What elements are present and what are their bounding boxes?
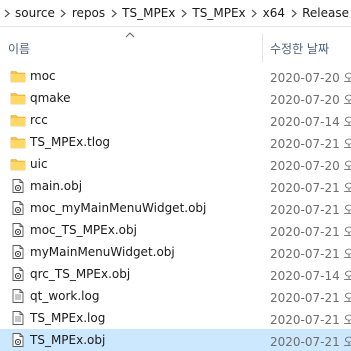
folder-icon bbox=[10, 134, 26, 150]
file-row[interactable]: moc_myMainMenuWidget.obj 2020-07-21 오 bbox=[0, 197, 351, 219]
file-name: TS_MPEx.tlog bbox=[30, 135, 111, 149]
breadcrumb: source repos TS_MPEx TS_MPEx x64 Release bbox=[0, 0, 351, 27]
chevron-right-icon[interactable] bbox=[177, 9, 190, 18]
file-name: moc_TS_MPEx.obj bbox=[30, 223, 137, 237]
obj-file-icon bbox=[10, 332, 26, 348]
text-file-icon bbox=[10, 288, 26, 304]
file-modified-date: 2020-07-20 오 bbox=[270, 71, 351, 85]
file-row[interactable]: uic 2020-07-20 오 bbox=[0, 153, 351, 175]
file-row[interactable]: qrc_TS_MPEx.obj 2020-07-14 오 bbox=[0, 263, 351, 285]
breadcrumb-item-ts-mpex-inner[interactable]: TS_MPEx bbox=[190, 6, 247, 20]
breadcrumb-item-release[interactable]: Release bbox=[300, 6, 351, 20]
chevron-right-icon[interactable] bbox=[248, 9, 261, 18]
file-name: main.obj bbox=[30, 179, 83, 193]
obj-file-icon bbox=[10, 222, 26, 238]
breadcrumb-item-ts-mpex[interactable]: TS_MPEx bbox=[120, 6, 177, 20]
file-modified-date: 2020-07-21 오 bbox=[270, 225, 351, 239]
file-name: myMainMenuWidget.obj bbox=[30, 245, 175, 259]
file-modified-date: 2020-07-21 오 bbox=[270, 291, 351, 305]
folder-icon bbox=[10, 90, 26, 106]
date-column-header[interactable]: 수정한 날짜 bbox=[270, 40, 329, 57]
file-row[interactable]: main.obj 2020-07-21 오 bbox=[0, 175, 351, 197]
name-column-header[interactable]: 이름 bbox=[8, 40, 30, 57]
obj-file-icon bbox=[10, 200, 26, 216]
chevron-right-icon[interactable] bbox=[57, 9, 70, 18]
file-row[interactable]: TS_MPEx.log 2020-07-21 오 bbox=[0, 307, 351, 329]
file-modified-date: 2020-07-21 오 bbox=[270, 181, 351, 195]
file-modified-date: 2020-07-14 오 bbox=[270, 269, 351, 283]
file-row[interactable]: moc_TS_MPEx.obj 2020-07-21 오 bbox=[0, 219, 351, 241]
file-modified-date: 2020-07-21 오 bbox=[270, 313, 351, 327]
breadcrumb-item-repos[interactable]: repos bbox=[70, 6, 107, 20]
column-header: 이름 수정한 날짜 bbox=[0, 26, 351, 62]
obj-file-icon bbox=[10, 178, 26, 194]
file-list: moc 2020-07-20 오 qmake 2020-07-20 오 rcc 2020-… bbox=[0, 65, 351, 351]
column-divider[interactable] bbox=[262, 34, 263, 62]
file-name: uic bbox=[30, 157, 48, 171]
file-row[interactable]: TS_MPEx.tlog 2020-07-21 오 bbox=[0, 131, 351, 153]
file-modified-date: 2020-07-20 오 bbox=[270, 159, 351, 173]
chevron-right-icon[interactable] bbox=[107, 9, 120, 18]
file-name: qt_work.log bbox=[30, 289, 100, 303]
file-modified-date: 2020-07-21 오 bbox=[270, 335, 351, 349]
file-row[interactable]: rcc 2020-07-14 오 bbox=[0, 109, 351, 131]
file-row[interactable]: myMainMenuWidget.obj 2020-07-21 오 bbox=[0, 241, 351, 263]
file-name: rcc bbox=[30, 113, 48, 127]
file-modified-date: 2020-07-21 오 bbox=[270, 203, 351, 217]
folder-icon bbox=[10, 156, 26, 172]
file-row[interactable]: qmake 2020-07-20 오 bbox=[0, 87, 351, 109]
file-name: moc_myMainMenuWidget.obj bbox=[30, 201, 207, 215]
file-row[interactable]: TS_MPEx.obj 2020-07-21 오 bbox=[0, 329, 351, 351]
file-name: qrc_TS_MPEx.obj bbox=[30, 267, 131, 281]
file-name: qmake bbox=[30, 91, 71, 105]
chevron-right-icon bbox=[0, 9, 13, 18]
obj-file-icon bbox=[10, 244, 26, 260]
file-row[interactable]: moc 2020-07-20 오 bbox=[0, 65, 351, 87]
file-name: moc bbox=[30, 69, 56, 83]
text-file-icon bbox=[10, 310, 26, 326]
folder-icon bbox=[10, 112, 26, 128]
file-modified-date: 2020-07-20 오 bbox=[270, 93, 351, 107]
chevron-right-icon[interactable] bbox=[287, 9, 300, 18]
file-name: TS_MPEx.obj bbox=[30, 333, 106, 347]
sort-ascending-icon[interactable] bbox=[124, 31, 136, 39]
breadcrumb-item-x64[interactable]: x64 bbox=[261, 6, 287, 20]
file-modified-date: 2020-07-14 오 bbox=[270, 115, 351, 129]
file-row[interactable]: qt_work.log 2020-07-21 오 bbox=[0, 285, 351, 307]
breadcrumb-item-source[interactable]: source bbox=[13, 6, 57, 20]
file-modified-date: 2020-07-21 오 bbox=[270, 247, 351, 261]
folder-icon bbox=[10, 68, 26, 84]
file-modified-date: 2020-07-21 오 bbox=[270, 137, 351, 151]
obj-file-icon bbox=[10, 266, 26, 282]
file-name: TS_MPEx.log bbox=[30, 311, 106, 325]
